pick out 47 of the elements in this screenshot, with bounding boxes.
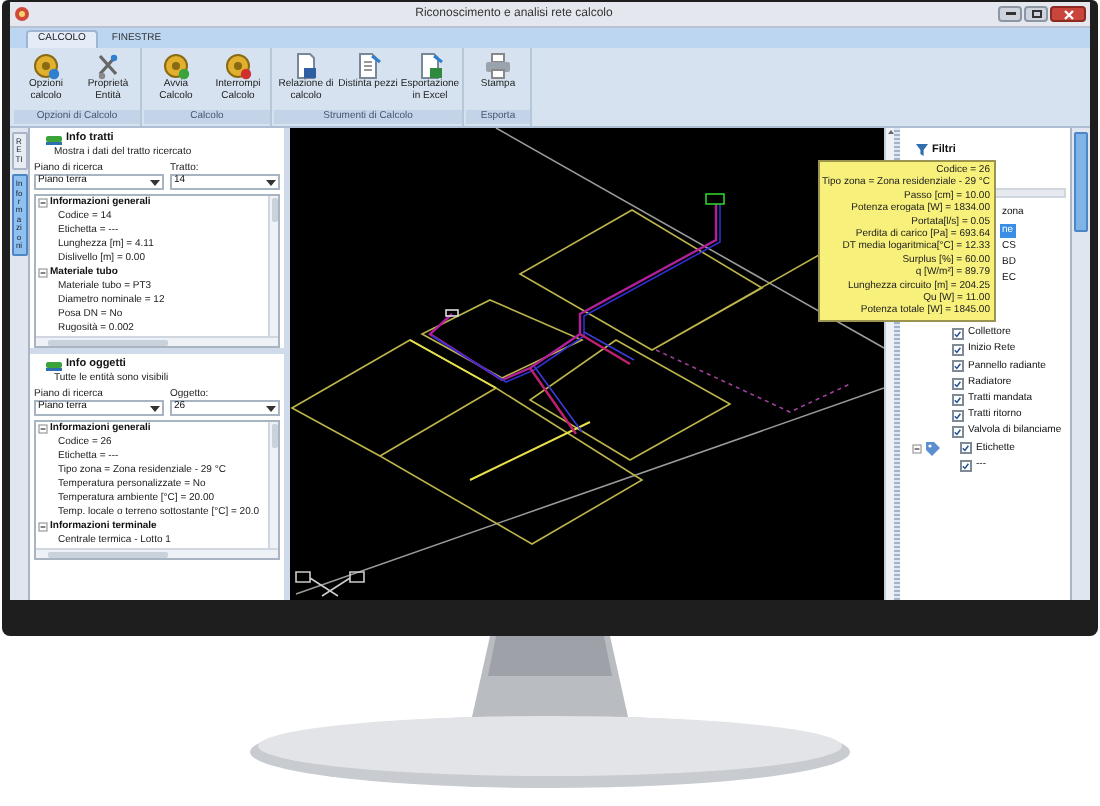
gear-play-icon	[162, 52, 190, 80]
horizontal-scrollbar[interactable]	[36, 548, 278, 558]
minimize-icon	[1005, 12, 1015, 16]
tools-icon	[94, 52, 122, 80]
pipe-section-icon	[46, 357, 62, 371]
tag-icon	[924, 440, 940, 457]
pipe-section-icon	[46, 131, 62, 145]
collapse-icon	[38, 198, 48, 208]
dropdown-caret-icon	[266, 405, 276, 411]
collapse-icon	[912, 443, 922, 454]
checkbox[interactable]	[952, 426, 964, 439]
spreadsheet-export-icon	[416, 52, 444, 80]
app-icon	[14, 6, 30, 22]
gear-stop-icon	[224, 52, 252, 80]
checkbox[interactable]	[952, 377, 964, 390]
collapse-icon	[38, 522, 48, 532]
group-toggle[interactable]	[38, 198, 48, 208]
dropdown-caret-icon	[266, 179, 276, 185]
maximize-icon	[1031, 10, 1041, 18]
maximize-button[interactable]	[1024, 6, 1048, 22]
checkbox[interactable]	[952, 328, 964, 341]
checkbox[interactable]	[952, 393, 964, 406]
checkbox[interactable]	[952, 360, 964, 373]
group-toggle[interactable]	[38, 522, 48, 532]
collapse-icon	[38, 268, 48, 278]
checkbox[interactable]	[960, 459, 972, 472]
printer-icon	[484, 52, 512, 80]
report-document-icon	[292, 52, 320, 80]
close-button[interactable]	[1050, 6, 1086, 22]
checkbox[interactable]	[952, 409, 964, 422]
close-icon	[1063, 9, 1073, 19]
checkbox[interactable]	[960, 442, 972, 455]
vertical-scrollbar[interactable]	[268, 196, 278, 336]
group-toggle[interactable]	[38, 268, 48, 278]
dropdown-caret-icon	[150, 179, 160, 185]
group-toggle[interactable]	[38, 424, 48, 434]
horizontal-scrollbar[interactable]	[36, 336, 278, 346]
checkbox[interactable]	[952, 344, 964, 357]
vertical-scrollbar[interactable]	[268, 422, 278, 548]
axis-gizmo-icon	[294, 570, 366, 598]
tree-toggle[interactable]	[912, 443, 922, 454]
list-document-icon	[354, 52, 382, 80]
minimize-button[interactable]	[998, 6, 1022, 22]
filter-icon	[916, 144, 928, 156]
gear-badge-icon	[32, 52, 60, 80]
dropdown-caret-icon	[150, 405, 160, 411]
collapse-icon	[38, 424, 48, 434]
